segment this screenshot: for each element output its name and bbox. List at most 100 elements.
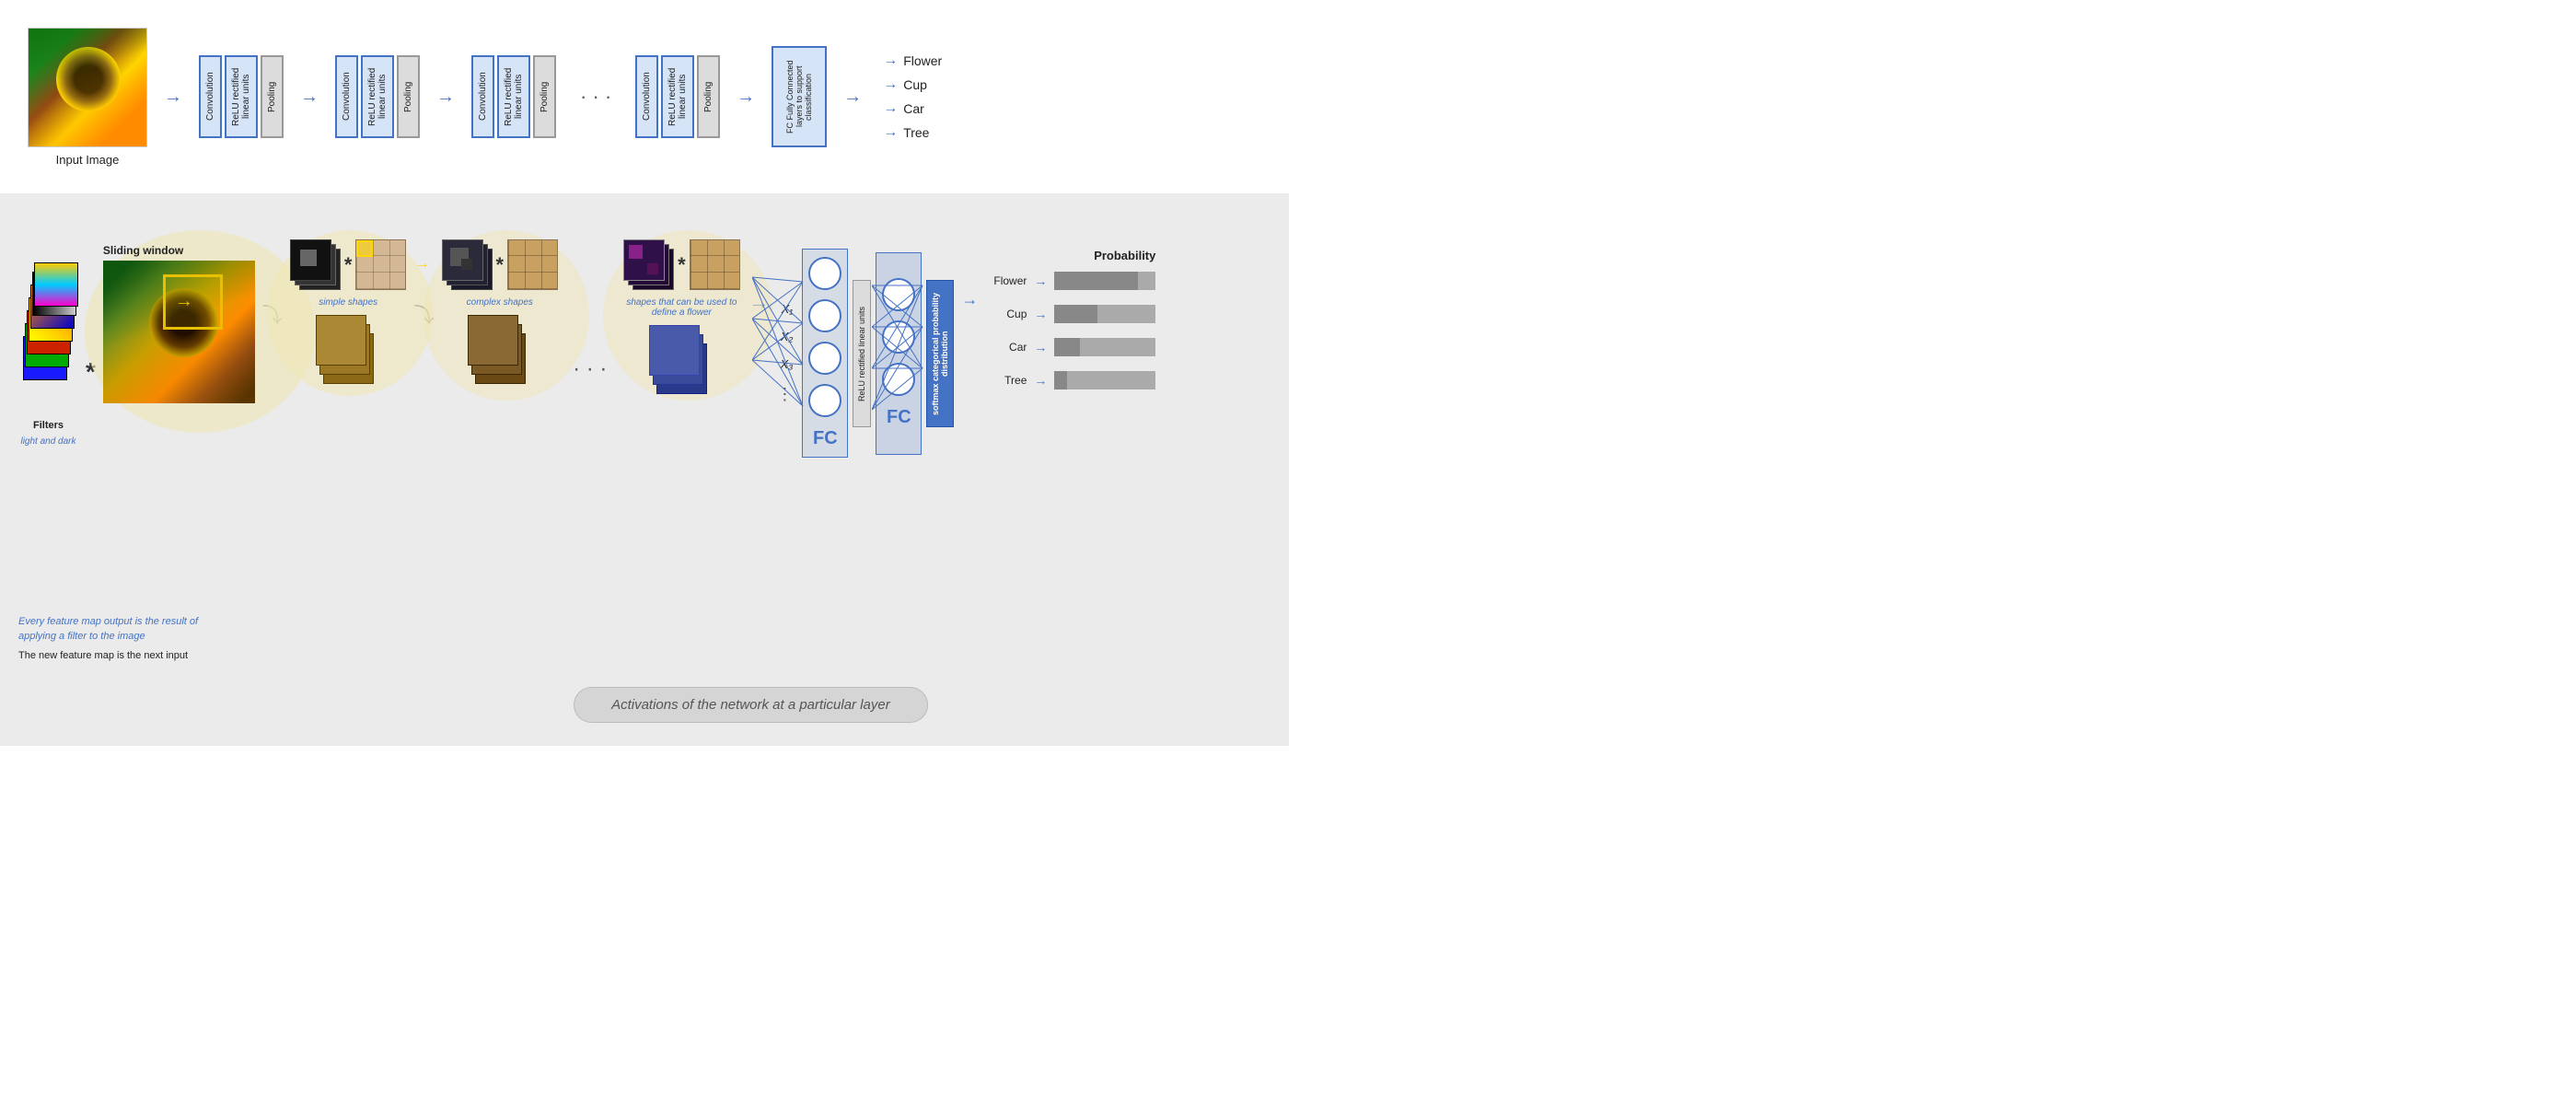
input-image-container: Input Image xyxy=(28,28,147,167)
layer-pool3: Pooling xyxy=(533,55,556,138)
stage1-label: simple shapes xyxy=(319,297,377,308)
output-labels: → Flower → Cup → Car → Tree xyxy=(883,52,942,141)
prob-bar-flower xyxy=(1054,272,1155,290)
prob-label-tree: Tree xyxy=(985,374,1027,387)
flower-grid xyxy=(690,239,740,290)
output-label-flower: Flower xyxy=(903,53,942,68)
dots-1: · · · xyxy=(573,85,619,109)
output-arrow-flower: → xyxy=(883,52,898,69)
output-cup: → Cup xyxy=(883,76,942,93)
nn-node-1a xyxy=(808,257,841,290)
bottom-section: Filters light and dark * Sliding window xyxy=(0,193,1289,746)
nn-node-1d xyxy=(808,384,841,417)
activations-container: Activations of the network at a particul… xyxy=(574,687,928,723)
prob-bar-car xyxy=(1054,338,1155,356)
layer-pool4: Pooling xyxy=(697,55,720,138)
prob-fill-tree xyxy=(1054,371,1066,389)
nn-node-1b xyxy=(808,299,841,332)
layer-relu3: ReLU rectified linear units xyxy=(497,55,530,138)
layer-conv1: Convolution xyxy=(199,55,222,138)
prob-fill-flower xyxy=(1054,272,1137,290)
stage3-output-stack xyxy=(649,325,714,394)
conv-block-4: Convolution ReLU rectified linear units … xyxy=(635,55,720,138)
asterisk-3: * xyxy=(496,253,505,277)
layer-relu4: ReLU rectified linear units xyxy=(661,55,694,138)
activations-label: Activations of the network at a particul… xyxy=(574,687,928,723)
layer-relu2: ReLU rectified linear units xyxy=(361,55,394,138)
layer-relu1: ReLU rectified linear units xyxy=(225,55,258,138)
filters-column: Filters light and dark xyxy=(18,262,78,447)
prob-label-car: Car xyxy=(985,341,1027,354)
filter-stack xyxy=(23,262,74,410)
filter-card-top xyxy=(34,262,78,307)
stage2-area: * complex shapes xyxy=(442,239,559,384)
neural-network: X₁ X₂ X₃ ⋮ xyxy=(776,249,954,458)
input-label: Input Image xyxy=(56,153,120,167)
softmax-bar: softmax categorical probability distribu… xyxy=(926,280,954,427)
output-arrow-car: → xyxy=(883,100,898,117)
sliding-window-label: Sliding window xyxy=(103,244,255,257)
prob-bar-tree xyxy=(1054,371,1155,389)
conv-block-3: Convolution ReLU rectified linear units … xyxy=(471,55,556,138)
stage2-output-stack xyxy=(468,315,532,384)
output-label-cup: Cup xyxy=(903,77,927,92)
arrow-to-layers: → xyxy=(164,87,182,108)
filters-sublabel: light and dark xyxy=(20,436,75,447)
feature-map-text-black: The new feature map is the next input xyxy=(18,648,212,664)
prob-arrow-car: → xyxy=(1034,340,1047,355)
prob-arrow-tree: → xyxy=(1034,373,1047,388)
conv-block-1: Convolution ReLU rectified linear units … xyxy=(199,55,284,138)
stage1-area: * → simple shapes xyxy=(290,239,407,384)
layer-pool1: Pooling xyxy=(261,55,284,138)
filters-label: Filters xyxy=(33,420,64,431)
prob-bar-cup xyxy=(1054,305,1155,323)
output-car: → Car xyxy=(883,100,942,117)
prob-fill-cup xyxy=(1054,305,1097,323)
output-arrow-tree: → xyxy=(883,124,898,141)
complex-grid xyxy=(507,239,558,290)
fc-box-1: FC xyxy=(802,249,848,458)
fc-label-1: FC xyxy=(813,428,838,449)
stage3-area: * shapes that can be used to define a fl… xyxy=(621,239,741,394)
output-arrow-cup: → xyxy=(883,76,898,93)
stage2-label: complex shapes xyxy=(467,297,533,308)
fc-box-2: FC xyxy=(876,252,922,455)
prob-arrow-cup: → xyxy=(1034,307,1047,321)
nn-node-1c xyxy=(808,342,841,375)
output-label-car: Car xyxy=(903,101,924,116)
prob-row-flower: Flower → xyxy=(985,272,1155,290)
output-tree: → Tree xyxy=(883,124,942,141)
prob-row-cup: Cup → xyxy=(985,305,1155,323)
complex-fm-stack xyxy=(442,239,493,290)
prob-label-cup: Cup xyxy=(985,308,1027,320)
feature-map-text-blue: Every feature map output is the result o… xyxy=(18,614,212,645)
prob-fill-car xyxy=(1054,338,1080,356)
output-flower: → Flower xyxy=(883,52,942,69)
sunflower-large: → xyxy=(103,261,255,403)
arrow-2: → xyxy=(436,87,455,108)
probability-section: Probability Flower → Cup → Car → xyxy=(985,249,1155,404)
asterisk-4: * xyxy=(678,253,686,277)
layer-conv3: Convolution xyxy=(471,55,494,138)
conv-block-2: Convolution ReLU rectified linear units … xyxy=(335,55,420,138)
prob-row-tree: Tree → xyxy=(985,371,1155,389)
input-image xyxy=(28,28,147,147)
asterisk-2: * xyxy=(344,253,353,277)
stage1-output-stack xyxy=(316,315,380,384)
relu-bar: ReLU rectified linear units xyxy=(853,280,871,427)
input-connection-lines xyxy=(752,250,807,452)
sliding-window-area: Sliding window → xyxy=(103,244,255,403)
hidden-connection-lines xyxy=(872,253,927,456)
arrow-4: → xyxy=(843,87,862,108)
prob-arrow-flower: → xyxy=(1034,273,1047,288)
top-section: Input Image → Convolution ReLU rectified… xyxy=(0,0,1289,193)
output-label-tree: Tree xyxy=(903,125,929,140)
arrow-to-output: → xyxy=(961,290,978,309)
flower-fm-stack xyxy=(623,239,674,290)
arrow-1: → xyxy=(300,87,319,108)
simple-fm-stack xyxy=(290,239,341,290)
layer-conv4: Convolution xyxy=(635,55,658,138)
layer-fc: FC Fully Connected layers to support cla… xyxy=(772,46,827,147)
probability-title: Probability xyxy=(985,249,1155,262)
fc-block-top: FC Fully Connected layers to support cla… xyxy=(772,46,827,147)
